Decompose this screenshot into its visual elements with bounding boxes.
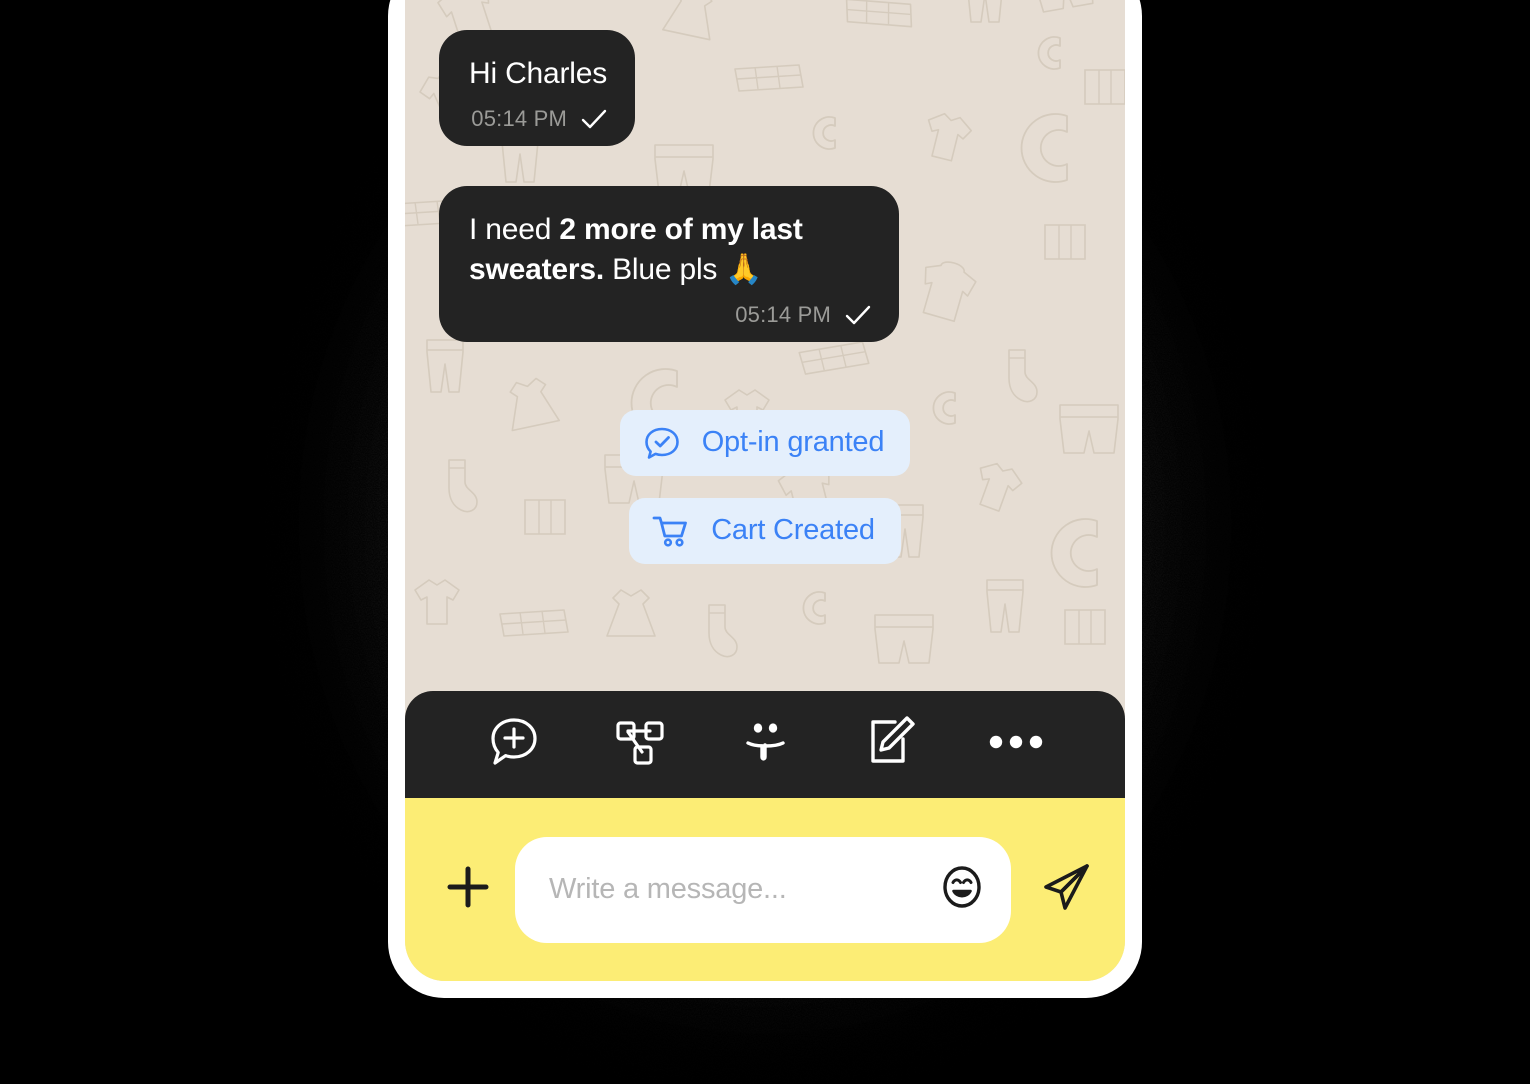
tool-sticker-button[interactable]: [702, 691, 828, 798]
message-composer-bar: [405, 798, 1125, 981]
phone-frame: Hi Charles 05:14 PM I need 2 more of my …: [388, 0, 1142, 998]
tool-note-button[interactable]: [828, 691, 954, 798]
tool-flow-button[interactable]: [577, 691, 703, 798]
message-text: Hi Charles: [469, 57, 608, 90]
message-row: I need 2 more of my last sweaters. Blue …: [439, 185, 1091, 342]
message-timestamp: 05:14 PM: [735, 301, 831, 327]
message-bubble-outgoing[interactable]: I need 2 more of my last sweaters. Blue …: [439, 185, 899, 342]
single-check-icon: [845, 305, 871, 324]
tool-more-button[interactable]: [953, 691, 1079, 798]
message-text: I need 2 more of my last sweaters. Blue …: [469, 212, 811, 286]
flow-nodes-icon: [610, 713, 668, 776]
paper-plane-send-icon: [1041, 861, 1093, 918]
system-badge-row: Cart Created: [439, 497, 1091, 564]
message-row: Hi Charles 05:14 PM: [439, 30, 1091, 146]
message-meta: 05:14 PM: [469, 106, 607, 132]
message-input[interactable]: [549, 873, 927, 906]
message-meta: 05:14 PM: [469, 302, 871, 328]
chat-action-toolbar: [405, 691, 1125, 798]
status-badge-label: Opt-in granted: [701, 426, 885, 459]
more-ellipsis-icon: [987, 730, 1045, 759]
status-badge-opt-in[interactable]: Opt-in granted: [619, 409, 911, 476]
chat-bubble-check-icon: [642, 423, 682, 463]
message-timestamp: 05:14 PM: [471, 105, 568, 131]
shopping-cart-icon: [651, 511, 691, 551]
single-check-icon: [581, 109, 607, 129]
system-badge-row: Opt-in granted: [439, 409, 1091, 476]
emoji-picker-button[interactable]: [939, 864, 985, 915]
phone-screen: Hi Charles 05:14 PM I need 2 more of my …: [405, 0, 1125, 981]
status-badge-cart[interactable]: Cart Created: [629, 497, 901, 564]
smiley-face-icon: [939, 864, 985, 915]
message-bubble-outgoing[interactable]: Hi Charles 05:14 PM: [439, 30, 636, 146]
tool-new-chat-button[interactable]: [451, 691, 577, 798]
plus-icon: [445, 864, 491, 915]
note-edit-icon: [862, 713, 920, 776]
chat-message-area: Hi Charles 05:14 PM I need 2 more of my …: [405, 0, 1125, 691]
attach-plus-button[interactable]: [439, 861, 497, 919]
message-input-wrapper[interactable]: [515, 836, 1011, 943]
chat-plus-icon: [485, 713, 543, 776]
status-badge-label: Cart Created: [711, 514, 875, 547]
silly-face-icon: [736, 713, 794, 776]
send-message-button[interactable]: [1035, 858, 1099, 922]
